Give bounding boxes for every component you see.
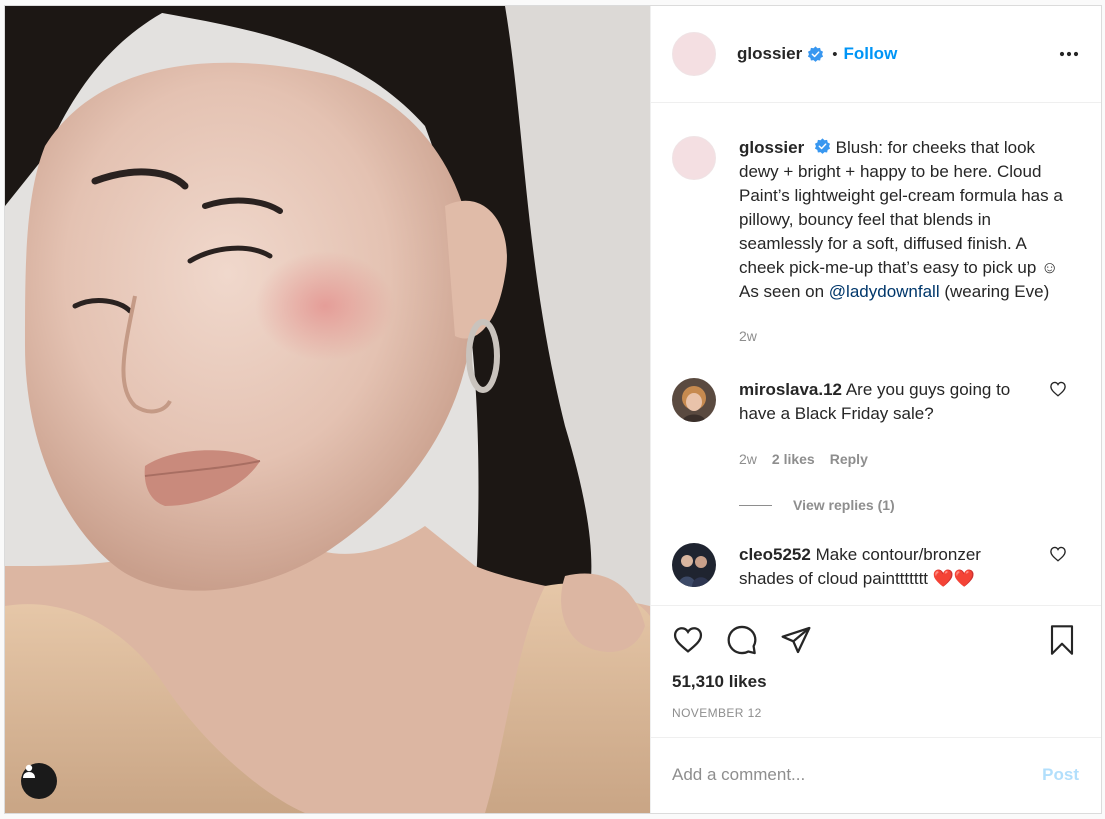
likes-count[interactable]: 51,310 likes <box>672 672 1081 692</box>
avatar[interactable] <box>672 543 716 588</box>
post-date[interactable]: NOVEMBER 12 <box>672 706 1081 720</box>
comment-like-heart-icon[interactable] <box>1049 380 1067 398</box>
post-header: glossier • Follow <box>651 6 1101 104</box>
comment-meta: 2w 2 likes Reply <box>739 447 1039 471</box>
comment-icon <box>727 625 757 654</box>
comment-input[interactable] <box>672 765 1043 786</box>
caption-text-end: (wearing Eve) <box>944 282 1050 302</box>
avatar[interactable] <box>672 32 716 77</box>
share-icon <box>781 626 811 653</box>
comment-body: cleo5252 Make contour/bronzer shades of … <box>739 543 1039 591</box>
post-dialog: glossier • Follow glossier Blush: for ch… <box>4 5 1102 814</box>
post-actions: 51,310 likes NOVEMBER 12 <box>651 605 1101 737</box>
action-icons <box>672 606 1081 669</box>
view-replies-label: View replies (1) <box>793 497 895 514</box>
comment-like-heart-icon[interactable] <box>1049 545 1067 563</box>
save-button[interactable] <box>1047 623 1081 657</box>
follow-button[interactable]: Follow <box>843 44 897 64</box>
comment-username[interactable]: miroslava.12 <box>739 380 842 399</box>
caption: glossier Blush: for cheeks that look dew… <box>672 103 1081 348</box>
comment-username[interactable]: cleo5252 <box>739 545 811 564</box>
replies-divider-line <box>739 504 772 506</box>
comment-composer: Post <box>651 736 1101 813</box>
comment-age[interactable]: 2w <box>739 447 757 471</box>
user-tag-icon <box>23 764 35 778</box>
comment-item: cleo5252 Make contour/bronzer shades of … <box>672 543 1081 591</box>
bookmark-icon <box>1050 624 1074 655</box>
comment-button[interactable] <box>726 623 760 657</box>
comment-item: miroslava.12 Are you guys going to have … <box>672 378 1081 471</box>
caption-username[interactable]: glossier <box>739 138 804 157</box>
comment-likes[interactable]: 2 likes <box>772 447 815 471</box>
share-button[interactable] <box>780 623 814 657</box>
comments-list[interactable]: glossier Blush: for cheeks that look dew… <box>651 103 1101 605</box>
verified-badge-icon <box>807 45 824 63</box>
heart-icon <box>673 626 703 653</box>
like-button[interactable] <box>672 623 706 657</box>
user-tag-button[interactable] <box>21 763 57 799</box>
caption-text: Blush: for cheeks that look dewy + brigh… <box>739 138 1063 302</box>
more-options-icon <box>1059 51 1079 57</box>
view-replies-button[interactable]: View replies (1) <box>739 497 1081 513</box>
avatar[interactable] <box>672 378 716 423</box>
comment-body: miroslava.12 Are you guys going to have … <box>739 378 1039 471</box>
portrait-illustration <box>5 6 650 813</box>
caption-age[interactable]: 2w <box>739 324 1064 348</box>
post-side-panel: glossier • Follow glossier Blush: for ch… <box>650 6 1101 813</box>
avatar[interactable] <box>672 136 716 181</box>
heart-emoji: ❤️❤️ <box>932 569 976 589</box>
verified-badge-icon <box>814 138 831 155</box>
more-options-button[interactable] <box>1057 42 1081 66</box>
caption-body: glossier Blush: for cheeks that look dew… <box>739 136 1064 348</box>
post-comment-button[interactable]: Post <box>1042 765 1079 785</box>
author-username[interactable]: glossier <box>737 44 802 64</box>
reply-button[interactable]: Reply <box>830 447 868 471</box>
post-photo[interactable] <box>5 6 650 813</box>
separator-dot: • <box>832 45 838 63</box>
caption-mention-link[interactable]: @ladydownfall <box>829 282 940 301</box>
